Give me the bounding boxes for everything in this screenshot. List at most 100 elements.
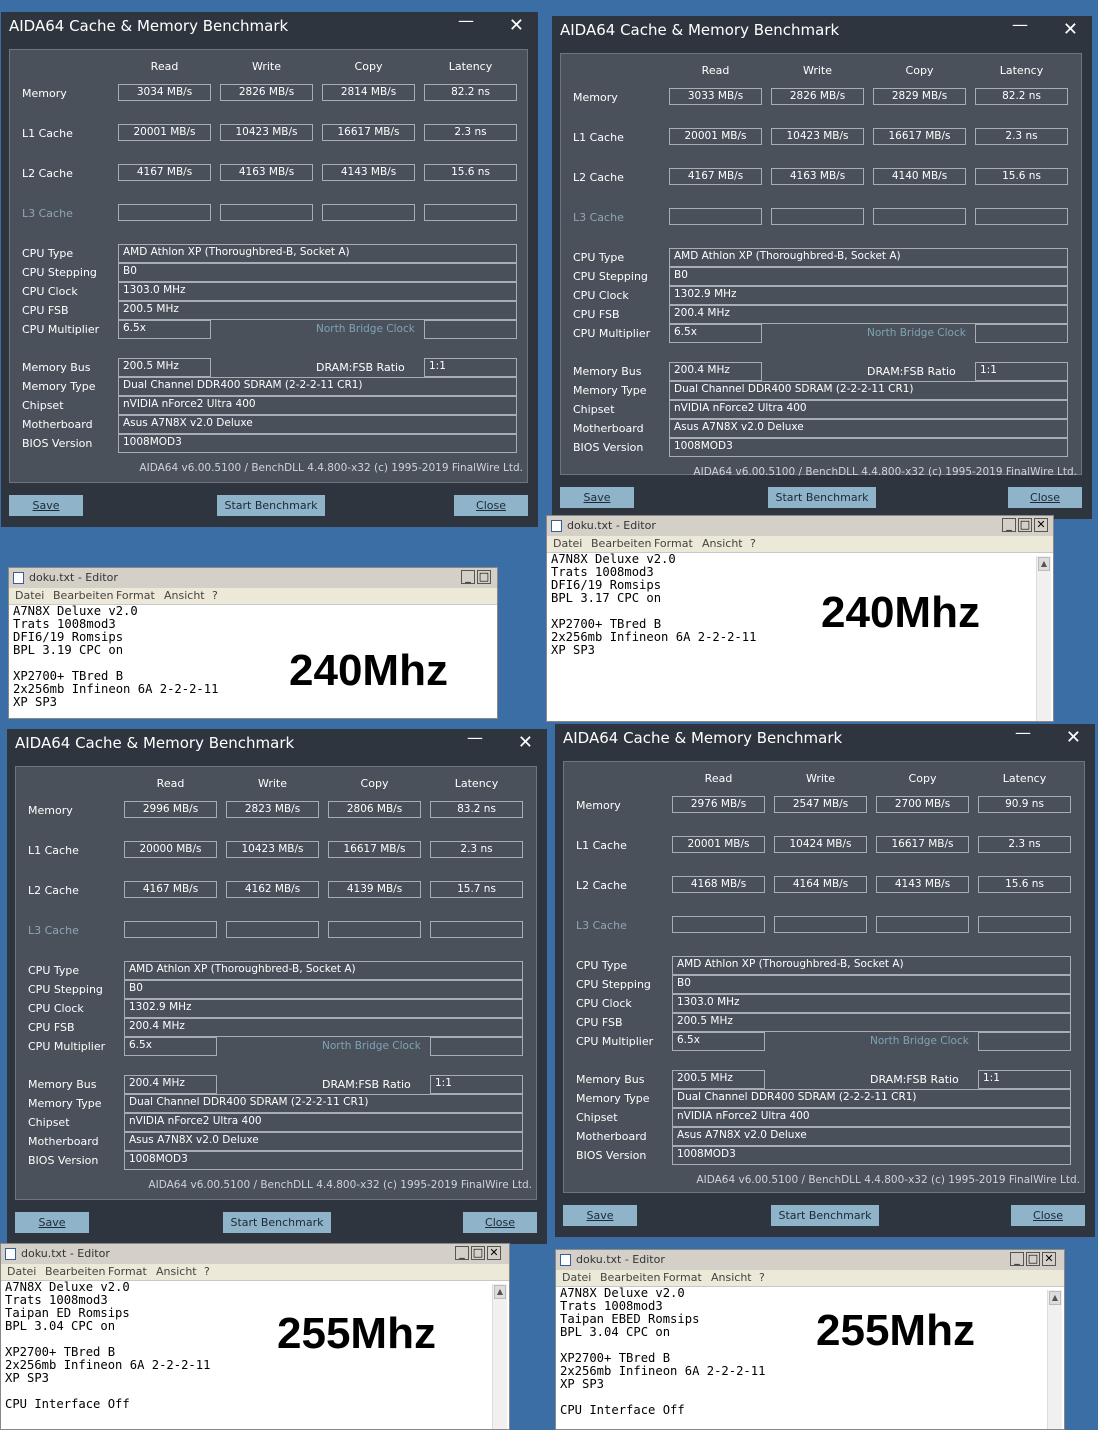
- cpu-multiplier-value: 6.5x: [669, 324, 762, 343]
- menu-bearbeiten[interactable]: Bearbeiten: [53, 589, 113, 602]
- l3-latency-value: [975, 208, 1068, 225]
- start-benchmark-button[interactable]: Start Benchmark: [768, 487, 876, 508]
- cpu-clock-label: CPU Clock: [576, 997, 632, 1010]
- close-button[interactable]: Close: [1011, 1205, 1085, 1226]
- menu-ansicht[interactable]: Ansicht: [702, 537, 743, 550]
- memory-write-value: 2826 MB/s: [220, 84, 313, 101]
- editor-text[interactable]: A7N8X Deluxe v2.0 Trats 1008mod3 Taipan …: [560, 1287, 765, 1417]
- maximize-icon[interactable]: □: [1026, 1252, 1040, 1266]
- motherboard-label: Motherboard: [576, 1130, 647, 1143]
- menu-ansicht[interactable]: Ansicht: [156, 1265, 197, 1278]
- vertical-scrollbar[interactable]: ▲: [1036, 556, 1051, 721]
- fsb-annotation: 255Mhz: [277, 1309, 436, 1358]
- vertical-scrollbar[interactable]: ▲: [1047, 1290, 1062, 1429]
- menu-bearbeiten[interactable]: Bearbeiten: [591, 537, 651, 550]
- menu-datei[interactable]: Datei: [15, 589, 44, 602]
- fsb-annotation: 240Mhz: [821, 588, 980, 637]
- start-benchmark-button[interactable]: Start Benchmark: [217, 495, 325, 516]
- save-button[interactable]: Save: [15, 1212, 89, 1233]
- maximize-icon[interactable]: □: [477, 570, 491, 584]
- l1-write-value: 10423 MB/s: [226, 841, 319, 858]
- menu-ansicht[interactable]: Ansicht: [711, 1271, 752, 1284]
- menu-format[interactable]: Format: [108, 1265, 147, 1278]
- save-button[interactable]: Save: [563, 1205, 637, 1226]
- header-read: Read: [701, 64, 730, 77]
- scroll-up-icon[interactable]: ▲: [494, 1285, 506, 1299]
- menu-bar: Datei Bearbeiten Format Ansicht ?: [547, 536, 1053, 553]
- minimize-icon[interactable]: —: [467, 728, 483, 747]
- editor-text[interactable]: A7N8X Deluxe v2.0 Trats 1008mod3 DFI6/19…: [13, 605, 218, 709]
- menu-bearbeiten[interactable]: Bearbeiten: [600, 1271, 660, 1284]
- north-bridge-clock-label: North Bridge Clock: [870, 1035, 969, 1047]
- l1-latency-value: 2.3 ns: [430, 841, 523, 858]
- cpu-type-label: CPU Type: [28, 964, 80, 977]
- close-icon[interactable]: ✕: [1066, 727, 1081, 748]
- menu-format[interactable]: Format: [663, 1271, 702, 1284]
- minimize-icon[interactable]: _: [461, 570, 475, 584]
- menu-bearbeiten[interactable]: Bearbeiten: [45, 1265, 105, 1278]
- bios-version-label: BIOS Version: [576, 1149, 647, 1162]
- cpu-fsb-label: CPU FSB: [28, 1021, 75, 1034]
- memory-bus-value: 200.5 MHz: [118, 358, 211, 377]
- editor-text[interactable]: A7N8X Deluxe v2.0 Trats 1008mod3 DFI6/19…: [551, 553, 756, 657]
- close-icon[interactable]: ✕: [487, 1246, 501, 1260]
- minimize-icon[interactable]: _: [455, 1246, 469, 1260]
- header-write: Write: [805, 772, 836, 785]
- scroll-up-icon[interactable]: ▲: [1049, 1291, 1061, 1305]
- close-button[interactable]: Close: [463, 1212, 537, 1233]
- start-benchmark-button[interactable]: Start Benchmark: [223, 1212, 331, 1233]
- close-icon[interactable]: ✕: [509, 15, 524, 36]
- start-benchmark-button[interactable]: Start Benchmark: [771, 1205, 879, 1226]
- memory-type-value: Dual Channel DDR400 SDRAM (2-2-2-11 CR1): [124, 1094, 523, 1113]
- close-icon[interactable]: ✕: [1034, 518, 1048, 532]
- memory-write-value: 2823 MB/s: [226, 801, 319, 818]
- memory-type-value: Dual Channel DDR400 SDRAM (2-2-2-11 CR1): [669, 381, 1068, 400]
- close-button[interactable]: Close: [1008, 487, 1082, 508]
- maximize-icon[interactable]: □: [471, 1246, 485, 1260]
- close-icon[interactable]: ✕: [1042, 1252, 1056, 1266]
- vertical-scrollbar[interactable]: ▲: [492, 1284, 507, 1429]
- dram-fsb-ratio-value: 1:1: [424, 358, 517, 377]
- memory-copy-value: 2806 MB/s: [328, 801, 421, 818]
- minimize-icon[interactable]: _: [1010, 1252, 1024, 1266]
- dram-fsb-ratio-value: 1:1: [975, 362, 1068, 381]
- close-icon[interactable]: ✕: [518, 732, 533, 753]
- cpu-multiplier-label: CPU Multiplier: [573, 327, 651, 340]
- motherboard-value: Asus A7N8X v2.0 Deluxe: [669, 419, 1068, 438]
- menu-help[interactable]: ?: [750, 537, 756, 550]
- cpu-stepping-value: B0: [124, 980, 523, 999]
- minimize-icon[interactable]: —: [1012, 15, 1028, 34]
- header-copy: Copy: [905, 64, 934, 77]
- chipset-label: Chipset: [28, 1116, 70, 1129]
- close-icon[interactable]: ✕: [1063, 19, 1078, 40]
- menu-ansicht[interactable]: Ansicht: [164, 589, 205, 602]
- cpu-stepping-label: CPU Stepping: [573, 270, 648, 283]
- l3-label: L3 Cache: [28, 924, 79, 937]
- menu-help[interactable]: ?: [204, 1265, 210, 1278]
- memory-read-value: 2996 MB/s: [124, 801, 217, 818]
- editor-text[interactable]: A7N8X Deluxe v2.0 Trats 1008mod3 Taipan …: [5, 1281, 210, 1411]
- l3-copy-value: [322, 204, 415, 221]
- scroll-up-icon[interactable]: ▲: [1038, 557, 1050, 571]
- minimize-icon[interactable]: _: [1002, 518, 1016, 532]
- menu-datei[interactable]: Datei: [553, 537, 582, 550]
- l3-label: L3 Cache: [22, 207, 73, 220]
- menu-format[interactable]: Format: [654, 537, 693, 550]
- window-title: AIDA64 Cache & Memory Benchmark: [15, 734, 295, 752]
- save-button[interactable]: Save: [560, 487, 634, 508]
- maximize-icon[interactable]: □: [1018, 518, 1032, 532]
- menu-format[interactable]: Format: [116, 589, 155, 602]
- close-button[interactable]: Close: [454, 495, 528, 516]
- menu-datei[interactable]: Datei: [562, 1271, 591, 1284]
- memory-bus-value: 200.5 MHz: [672, 1070, 765, 1089]
- save-button[interactable]: Save: [9, 495, 83, 516]
- memory-label: Memory: [576, 799, 621, 812]
- minimize-icon[interactable]: —: [458, 11, 474, 30]
- memory-read-value: 3034 MB/s: [118, 84, 211, 101]
- menu-help[interactable]: ?: [759, 1271, 765, 1284]
- motherboard-value: Asus A7N8X v2.0 Deluxe: [672, 1127, 1071, 1146]
- minimize-icon[interactable]: —: [1015, 723, 1031, 742]
- memory-label: Memory: [28, 804, 73, 817]
- menu-help[interactable]: ?: [212, 589, 218, 602]
- menu-datei[interactable]: Datei: [7, 1265, 36, 1278]
